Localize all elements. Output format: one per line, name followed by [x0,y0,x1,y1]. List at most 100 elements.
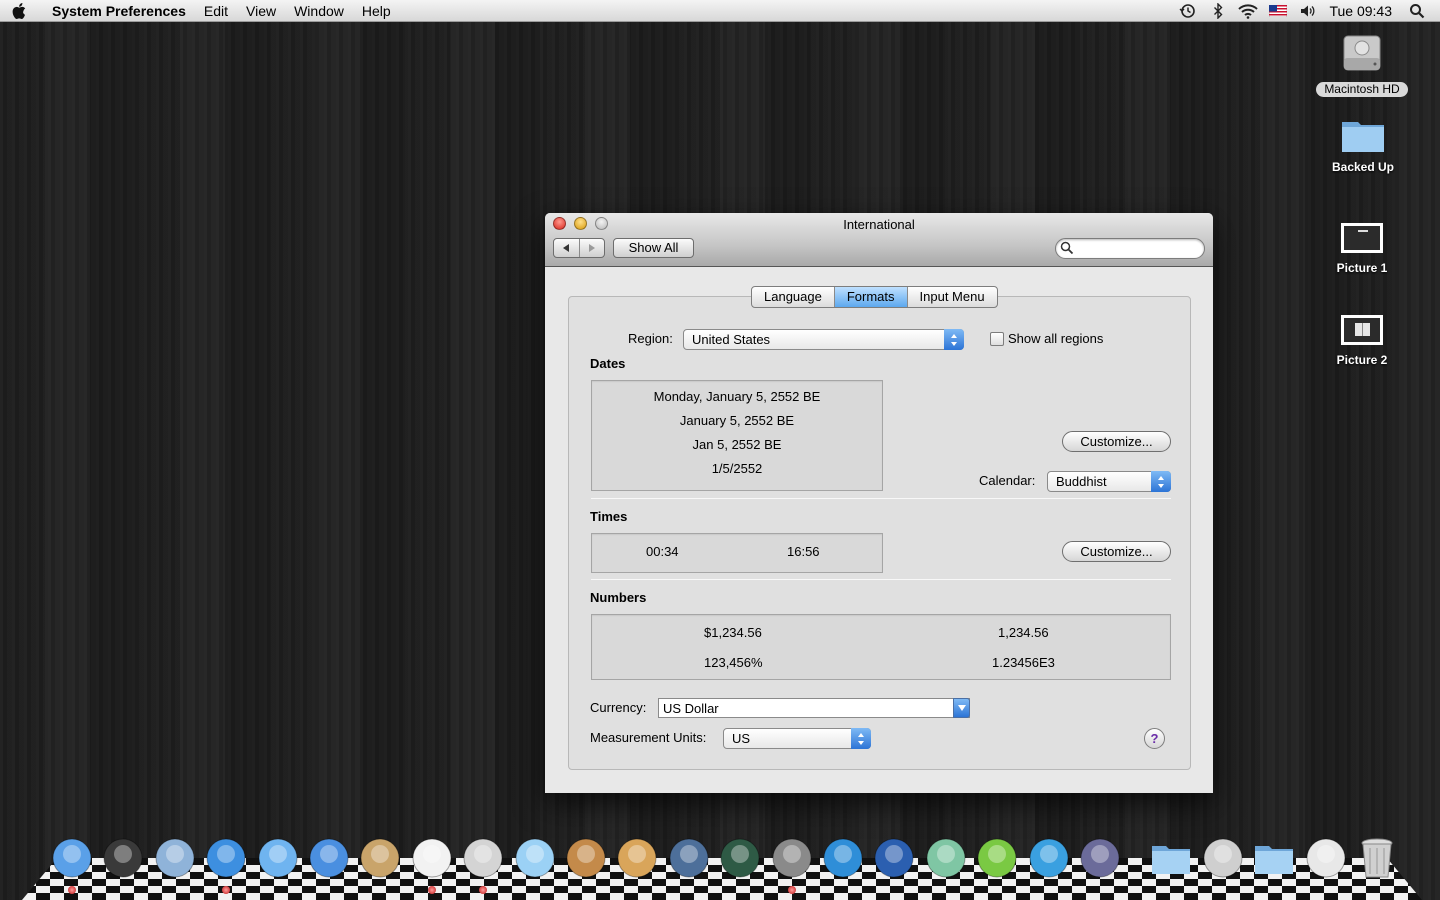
date-medium: Jan 5, 2552 BE [692,437,782,452]
dashboard-icon[interactable] [99,834,147,882]
currency-label: Currency: [590,700,647,715]
popup-arrows-icon [851,728,871,749]
number-decimal: 1,234.56 [998,625,1049,640]
measurement-units-label: Measurement Units: [590,730,707,745]
times-customize-button[interactable]: Customize... [1062,541,1171,562]
finder-icon[interactable] [48,834,96,882]
running-indicator [68,886,76,894]
dates-section-title: Dates [590,356,626,371]
folder-icon[interactable] [1147,834,1195,882]
mail-icon[interactable] [151,834,199,882]
tab-language[interactable]: Language [752,287,834,307]
menu-window[interactable]: Window [285,0,353,22]
chevron-down-icon[interactable] [953,698,970,718]
region-label: Region: [628,331,673,346]
menu-clock[interactable]: Tue 09:43 [1323,0,1402,22]
window-title: International [843,217,915,232]
desktop-icon-label: Picture 1 [1336,261,1388,275]
apple-menu-icon[interactable] [0,2,40,20]
show-all-button[interactable]: Show All [613,238,694,258]
word-icon[interactable] [305,834,353,882]
iphoto-icon[interactable] [562,834,610,882]
window-content: Language Formats Input Menu Region: Unit… [545,268,1213,793]
dates-customize-button[interactable]: Customize... [1062,431,1171,452]
time-machine-icon[interactable] [1173,0,1203,22]
search-field[interactable] [1055,238,1205,259]
tab-formats[interactable]: Formats [833,287,907,307]
lime-app-icon[interactable] [973,834,1021,882]
folder-icon [1308,112,1418,156]
tab-bar: Language Formats Input Menu [751,286,998,308]
spotlight-icon[interactable] [1402,0,1432,22]
menu-help[interactable]: Help [353,0,400,22]
system-preferences-icon[interactable] [768,834,816,882]
calendar-value: Buddhist [1056,474,1107,489]
image-file-icon [1307,309,1417,349]
menu-system-preferences[interactable]: System Preferences [40,0,195,22]
ichat-icon[interactable] [254,834,302,882]
dates-preview: Monday, January 5, 2552 BE January 5, 25… [591,380,883,491]
help-button[interactable]: ? [1144,728,1165,749]
date-long: January 5, 2552 BE [679,413,795,428]
trash-icon[interactable] [1353,834,1401,882]
number-currency: $1,234.56 [704,625,762,640]
itunes-icon[interactable] [511,834,559,882]
volume-icon[interactable] [1293,0,1323,22]
hand-app-icon[interactable] [922,834,970,882]
desktop-icon-backed-up[interactable]: Backed Up [1308,112,1418,175]
currency-value: US Dollar [663,701,719,716]
bottle-icon[interactable] [1025,834,1073,882]
wifi-icon[interactable] [1233,0,1263,22]
menu-edit[interactable]: Edit [195,0,237,22]
time-short: 00:34 [646,544,679,559]
region-value: United States [692,332,771,347]
window-titlebar[interactable]: International Show All [545,213,1213,267]
measurement-units-popup[interactable]: US [723,728,871,749]
address-book-icon[interactable] [356,834,404,882]
separator [591,498,1171,499]
folder-icon[interactable] [1250,834,1298,882]
date-short: 1/5/2552 [711,461,763,476]
desktop-icon-macintosh-hd[interactable]: Macintosh HD [1307,30,1417,97]
hard-drive-icon [1307,30,1417,78]
separator [591,579,1171,580]
currency-combobox[interactable]: US Dollar [658,698,970,718]
running-indicator [427,886,436,894]
show-all-regions-label: Show all regions [1008,331,1104,346]
desktop-icon-picture-2[interactable]: Picture 2 [1307,309,1417,368]
flag-icon[interactable] [1263,0,1293,22]
numbers-section-title: Numbers [590,590,647,605]
desktop-icon-picture-1[interactable]: Picture 1 [1307,217,1417,276]
times-section-title: Times [590,509,628,524]
ical-icon[interactable] [408,834,456,882]
calendar-popup[interactable]: Buddhist [1047,471,1171,492]
garageband-icon[interactable] [613,834,661,882]
show-all-regions-checkbox[interactable] [990,332,1004,346]
desktop-icon-label: Macintosh HD [1316,82,1408,97]
menu-view[interactable]: View [237,0,285,22]
forward-button[interactable] [578,239,604,257]
preview-icon[interactable] [459,834,507,882]
calendar-label: Calendar: [979,473,1036,488]
safari-icon[interactable] [202,834,250,882]
region-popup[interactable]: United States [683,329,964,350]
date-full: Monday, January 5, 2552 BE [653,389,821,404]
forward-arrow-icon [588,244,595,252]
tab-input-menu[interactable]: Input Menu [906,287,997,307]
documents-icon[interactable] [1199,834,1247,882]
desktop-icon-label: Picture 2 [1336,353,1388,367]
number-scientific: 1.23456E3 [992,655,1055,670]
spaces-icon[interactable] [665,834,713,882]
sync-icon[interactable] [870,834,918,882]
x-app-icon[interactable] [819,834,867,882]
time-long: 16:56 [787,544,820,559]
time-machine-icon[interactable] [716,834,764,882]
measurement-units-value: US [732,731,751,746]
numbers-preview: $1,234.56 1,234.56 123,456% 1.23456E3 [591,614,1171,680]
automator-icon[interactable] [1076,834,1124,882]
mail-stack-icon[interactable] [1302,834,1350,882]
bluetooth-icon[interactable] [1203,0,1233,22]
back-button[interactable] [554,239,579,257]
back-arrow-icon [563,244,570,252]
search-icon [1060,241,1074,258]
